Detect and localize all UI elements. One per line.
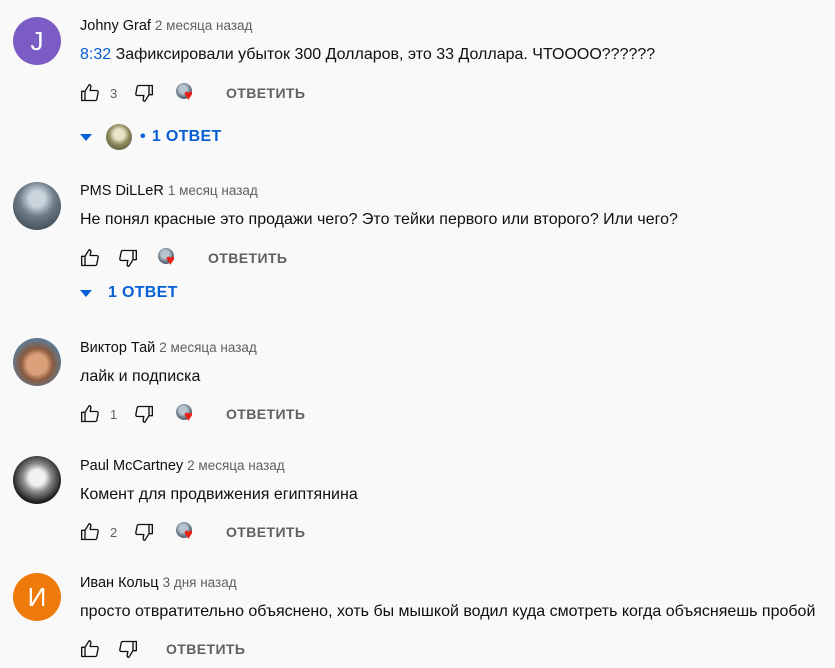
avatar[interactable]: J: [13, 17, 61, 65]
comment-time[interactable]: 2 месяца назад: [187, 458, 285, 473]
comment-body: лайк и подписка: [80, 368, 201, 385]
comment-author[interactable]: Paul McCartney: [80, 458, 183, 474]
reply-button[interactable]: ОТВЕТИТЬ: [226, 524, 305, 540]
timestamp-link[interactable]: 8:32: [80, 46, 111, 63]
comment-body: просто отвратительно объяснено, хоть бы …: [80, 603, 816, 620]
creator-heart-icon: ♥: [176, 82, 200, 104]
avatar[interactable]: [13, 456, 61, 504]
thumbs-down-icon[interactable]: [134, 404, 154, 424]
comment-text: 8:32 Зафиксировали убыток 300 Долларов, …: [80, 46, 825, 64]
view-replies-button[interactable]: • 1 ОТВЕТ: [80, 124, 222, 150]
thumbs-down-icon[interactable]: [118, 248, 138, 268]
comment-author[interactable]: Johny Graf: [80, 18, 151, 34]
reply-button[interactable]: ОТВЕТИТЬ: [208, 250, 287, 266]
avatar[interactable]: И: [13, 573, 61, 621]
thumbs-down-icon[interactable]: [118, 639, 138, 659]
chevron-down-icon: [80, 133, 92, 141]
thumbs-up-icon[interactable]: [80, 404, 100, 424]
like-count: 2: [110, 524, 118, 540]
replies-count: 1 ОТВЕТ: [108, 284, 178, 301]
reply-button[interactable]: ОТВЕТИТЬ: [226, 406, 305, 422]
replies-count: 1 ОТВЕТ: [151, 128, 222, 145]
comment-body: Комент для продвижения египтянина: [80, 486, 358, 503]
reply-button[interactable]: ОТВЕТИТЬ: [166, 641, 245, 657]
creator-heart-icon: ♥: [176, 403, 200, 425]
reply-avatar: [106, 124, 132, 150]
creator-heart-icon: ♥: [158, 247, 182, 269]
comment-author[interactable]: Виктор Тай: [80, 340, 155, 356]
comment-author[interactable]: Иван Кольц: [80, 575, 159, 591]
view-replies-button[interactable]: 1 ОТВЕТ: [80, 284, 178, 302]
like-count: 3: [110, 85, 118, 101]
comment-time[interactable]: 1 месяц назад: [168, 183, 258, 198]
thumbs-down-icon[interactable]: [134, 522, 154, 542]
thumbs-up-icon[interactable]: [80, 639, 100, 659]
reply-button[interactable]: ОТВЕТИТЬ: [226, 85, 305, 101]
comment-body: Не понял красные это продажи чего? Это т…: [80, 211, 678, 228]
thumbs-up-icon[interactable]: [80, 522, 100, 542]
comment-time[interactable]: 2 месяца назад: [155, 18, 253, 33]
creator-heart-icon: ♥: [176, 521, 200, 543]
like-count: 1: [110, 406, 118, 422]
avatar[interactable]: [13, 182, 61, 230]
comment-author[interactable]: PMS DiLLeR: [80, 183, 164, 199]
thumbs-up-icon[interactable]: [80, 83, 100, 103]
chevron-down-icon: [80, 289, 92, 297]
comment-time[interactable]: 2 месяца назад: [159, 340, 257, 355]
avatar[interactable]: [13, 338, 61, 386]
thumbs-down-icon[interactable]: [134, 83, 154, 103]
thumbs-up-icon[interactable]: [80, 248, 100, 268]
comment-body: Зафиксировали убыток 300 Долларов, это 3…: [115, 46, 656, 63]
comment-time[interactable]: 3 дня назад: [163, 575, 237, 590]
